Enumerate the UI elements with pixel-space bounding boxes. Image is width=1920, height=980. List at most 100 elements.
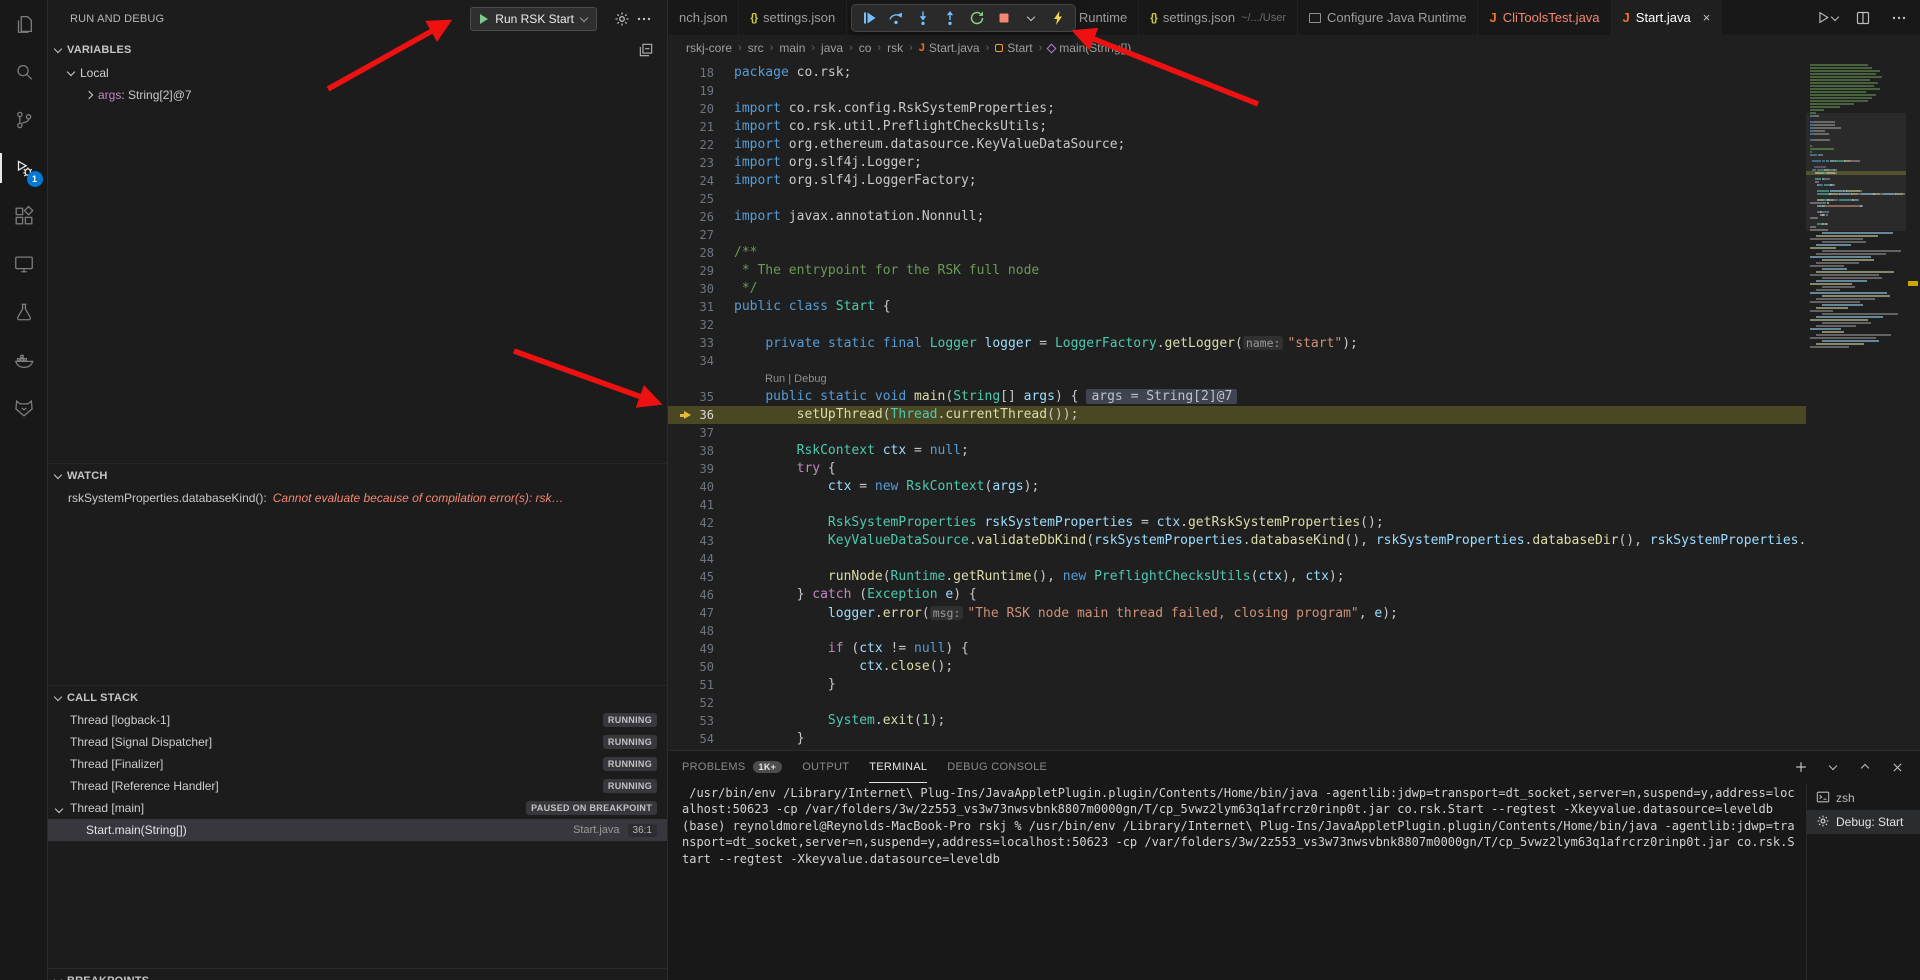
panel-tab-output[interactable]: OUTPUT (802, 751, 849, 783)
line-number[interactable]: 41 (668, 496, 734, 514)
line-number[interactable]: 21 (668, 118, 734, 136)
start-debug-icon[interactable] (480, 14, 488, 24)
terminal-output[interactable]: /usr/bin/env /Library/Internet\ Plug-Ins… (668, 783, 1806, 980)
line-number[interactable]: 28 (668, 244, 734, 262)
line-number[interactable]: 22 (668, 136, 734, 154)
thread-row-thread-signal-dispatcher[interactable]: Thread [Signal Dispatcher]RUNNING (48, 731, 667, 753)
line-number[interactable]: 42 (668, 514, 734, 532)
fox-extension-icon[interactable] (0, 384, 48, 432)
line-number[interactable]: 53 (668, 712, 734, 730)
line-number[interactable]: 48 (668, 622, 734, 640)
editor-pane[interactable]: 18package co.rsk;1920import co.rsk.confi… (668, 61, 1920, 750)
variables-scope-local[interactable]: Local (48, 62, 667, 84)
line-number[interactable]: 40 (668, 478, 734, 496)
line-number[interactable]: 44 (668, 550, 734, 568)
line-number[interactable]: 38 (668, 442, 734, 460)
search-icon[interactable] (0, 48, 48, 96)
testing-icon[interactable] (0, 288, 48, 336)
watch-expression-row[interactable]: rskSystemProperties.databaseKind(): Cann… (48, 487, 667, 509)
explorer-icon[interactable] (0, 0, 48, 48)
stop-icon[interactable] (992, 6, 1016, 30)
variables-header[interactable]: VARIABLES (48, 38, 667, 62)
run-and-debug-icon[interactable]: 1 (0, 144, 48, 192)
breakpoints-header[interactable]: BREAKPOINTS (48, 969, 667, 980)
line-number[interactable]: 18 (668, 64, 734, 82)
maximize-panel-icon[interactable] (1856, 758, 1874, 776)
line-number[interactable]: 52 (668, 694, 734, 712)
line-number[interactable]: 54 (668, 730, 734, 748)
tab-nch-json[interactable]: nch.json (668, 0, 739, 35)
line-number[interactable] (668, 370, 734, 388)
docker-icon[interactable] (0, 336, 48, 384)
line-number[interactable]: 30 (668, 280, 734, 298)
line-number[interactable]: 33 (668, 334, 734, 352)
remote-explorer-icon[interactable] (0, 240, 48, 288)
tab-settings-json[interactable]: {}settings.json~/.../User (1139, 0, 1298, 35)
breadcrumb-item-rsk[interactable]: rsk (887, 41, 903, 55)
line-number[interactable]: 51 (668, 676, 734, 694)
breadcrumb-item-rskj-core[interactable]: rskj-core (686, 41, 732, 55)
extensions-icon[interactable] (0, 192, 48, 240)
codelens-run-debug[interactable]: Run | Debug (734, 373, 827, 385)
panel-tab-debug-console[interactable]: DEBUG CONSOLE (947, 751, 1047, 783)
tab-configure-java-runtime[interactable]: Configure Java Runtime (1298, 0, 1478, 35)
toolbar-dropdown-chevron-icon[interactable] (1019, 6, 1043, 30)
new-terminal-icon[interactable] (1792, 758, 1810, 776)
call-stack-header[interactable]: CALL STACK (48, 685, 667, 709)
close-icon[interactable]: × (1703, 11, 1711, 24)
more-actions-icon[interactable] (1888, 7, 1910, 29)
line-number[interactable]: 46 (668, 586, 734, 604)
line-number[interactable]: 26 (668, 208, 734, 226)
thread-row-thread-logback-1[interactable]: Thread [logback-1]RUNNING (48, 709, 667, 731)
panel-tab-problems[interactable]: PROBLEMS1K+ (682, 751, 782, 783)
line-number[interactable]: 45 (668, 568, 734, 586)
line-number[interactable]: 35 (668, 388, 734, 406)
tab-settings-json[interactable]: {}settings.json (739, 0, 847, 35)
line-number[interactable]: 19 (668, 82, 734, 100)
line-number[interactable]: 31 (668, 298, 734, 316)
more-actions-icon[interactable] (633, 8, 655, 30)
line-number[interactable]: 24 (668, 172, 734, 190)
continue-icon[interactable] (857, 6, 881, 30)
line-number[interactable]: 43 (668, 532, 734, 550)
line-number[interactable]: 20 (668, 100, 734, 118)
overview-ruler[interactable] (1906, 61, 1920, 750)
close-panel-icon[interactable] (1888, 758, 1906, 776)
stack-frame-row[interactable]: Start.main(String[])Start.java36:1 (48, 819, 667, 841)
line-number[interactable]: 50 (668, 658, 734, 676)
launch-config-dropdown[interactable]: Run RSK Start (470, 7, 597, 31)
terminal-item-debug-start[interactable]: Debug: Start (1807, 810, 1920, 834)
panel-tab-terminal[interactable]: TERMINAL (869, 751, 927, 783)
breadcrumb-item-start-java[interactable]: JStart.java (919, 41, 980, 55)
line-number[interactable]: 27 (668, 226, 734, 244)
breadcrumb-item-co[interactable]: co (859, 41, 872, 55)
collapse-all-icon[interactable] (635, 39, 657, 61)
line-number[interactable]: 25 (668, 190, 734, 208)
restart-icon[interactable] (965, 6, 989, 30)
line-number[interactable]: 34 (668, 352, 734, 370)
step-into-icon[interactable] (911, 6, 935, 30)
breadcrumb-item-start[interactable]: Start (995, 41, 1032, 55)
breadcrumb-item-src[interactable]: src (748, 41, 764, 55)
hot-code-replace-icon[interactable] (1046, 6, 1070, 30)
line-number[interactable]: 32 (668, 316, 734, 334)
minimap[interactable] (1806, 61, 1906, 750)
debug-settings-gear-icon[interactable] (611, 8, 633, 30)
run-java-icon[interactable] (1816, 7, 1838, 29)
line-number[interactable]: 37 (668, 424, 734, 442)
thread-row-thread-main[interactable]: Thread [main]PAUSED ON BREAKPOINT (48, 797, 667, 819)
line-number[interactable]: 47 (668, 604, 734, 622)
line-number[interactable]: 39 (668, 460, 734, 478)
thread-row-thread-reference-handler[interactable]: Thread [Reference Handler]RUNNING (48, 775, 667, 797)
line-number[interactable]: 29 (668, 262, 734, 280)
minimap-viewport-slider[interactable] (1806, 113, 1906, 231)
step-over-icon[interactable] (884, 6, 908, 30)
step-out-icon[interactable] (938, 6, 962, 30)
terminal-dropdown-chevron-icon[interactable] (1824, 758, 1842, 776)
source-control-icon[interactable] (0, 96, 48, 144)
breadcrumb-item-main-string[interactable]: main(String[]) (1048, 41, 1131, 55)
breadcrumb-item-main[interactable]: main (779, 41, 805, 55)
line-number[interactable]: 49 (668, 640, 734, 658)
line-number[interactable]: 23 (668, 154, 734, 172)
line-number[interactable]: 36 (668, 406, 734, 424)
